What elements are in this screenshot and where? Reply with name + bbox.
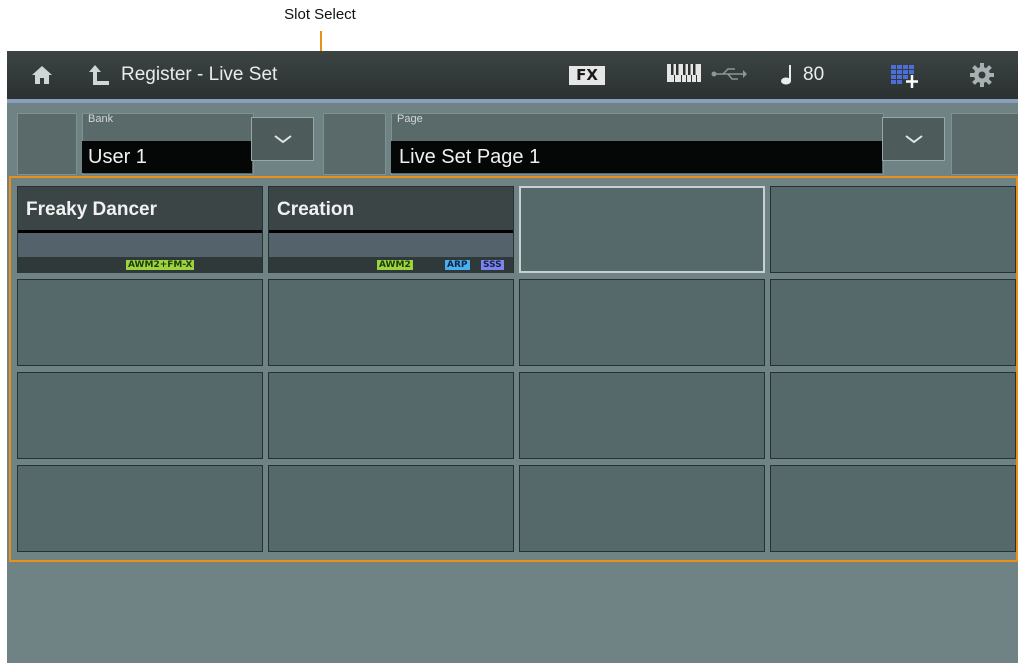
chevron-down-icon — [273, 135, 292, 144]
slot-5[interactable] — [17, 279, 263, 366]
fx-button[interactable]: FX — [569, 66, 605, 85]
arp-badge: ARP — [445, 260, 470, 270]
tempo-value[interactable]: 80 — [803, 64, 824, 86]
bank-left-panel — [17, 113, 77, 175]
bank-value[interactable]: User 1 — [82, 141, 252, 173]
quarter-note-icon — [781, 65, 791, 85]
slot-10[interactable] — [268, 372, 514, 459]
slot-info-area — [18, 233, 262, 257]
slot-7[interactable] — [519, 279, 765, 366]
device-screen: Register - Live Set FX 80 Bank User 1 Pa… — [7, 51, 1018, 663]
slot-footer: AWM2+FM-X — [18, 257, 262, 273]
page-dropdown-button[interactable] — [882, 117, 945, 161]
back-arrow-icon[interactable] — [89, 63, 111, 87]
page-right-panel — [951, 113, 1018, 175]
bank-dropdown-button[interactable] — [251, 117, 314, 161]
slot-1[interactable]: Freaky Dancer AWM2+FM-X — [17, 186, 263, 273]
awm2-fmx-badge: AWM2+FM-X — [126, 260, 195, 270]
slot-14[interactable] — [268, 465, 514, 552]
page-left-panel — [323, 113, 386, 175]
slot-footer: AWM2 ARP SSS — [269, 257, 513, 273]
slot-4[interactable] — [770, 186, 1016, 273]
gear-icon[interactable] — [970, 63, 994, 87]
keyboard-icon[interactable] — [667, 64, 701, 82]
slot-3-selected[interactable] — [519, 186, 765, 273]
page-value[interactable]: Live Set Page 1 — [391, 141, 882, 173]
slot-13[interactable] — [17, 465, 263, 552]
screen-title: Register - Live Set — [121, 64, 278, 85]
sss-badge: SSS — [481, 260, 504, 270]
slot-6[interactable] — [268, 279, 514, 366]
chevron-down-icon — [904, 135, 923, 144]
slot-9[interactable] — [17, 372, 263, 459]
slot-11[interactable] — [519, 372, 765, 459]
top-bar: Register - Live Set FX 80 — [7, 51, 1018, 99]
awm2-badge: AWM2 — [377, 260, 413, 270]
topbar-divider — [7, 99, 1018, 103]
slot-8[interactable] — [770, 279, 1016, 366]
slot-info-area — [269, 233, 513, 257]
page-label: Page — [397, 113, 423, 125]
home-icon[interactable] — [31, 65, 53, 85]
slot-12[interactable] — [770, 372, 1016, 459]
live-set-add-icon[interactable] — [891, 63, 921, 89]
slot-name: Freaky Dancer — [26, 199, 157, 220]
slot-15[interactable] — [519, 465, 765, 552]
slot-16[interactable] — [770, 465, 1016, 552]
usb-icon — [711, 68, 747, 80]
slot-name: Creation — [277, 199, 355, 220]
slot-select-callout-label: Slot Select — [284, 6, 356, 23]
slot-2[interactable]: Creation AWM2 ARP SSS — [268, 186, 514, 273]
bank-label: Bank — [88, 113, 114, 125]
